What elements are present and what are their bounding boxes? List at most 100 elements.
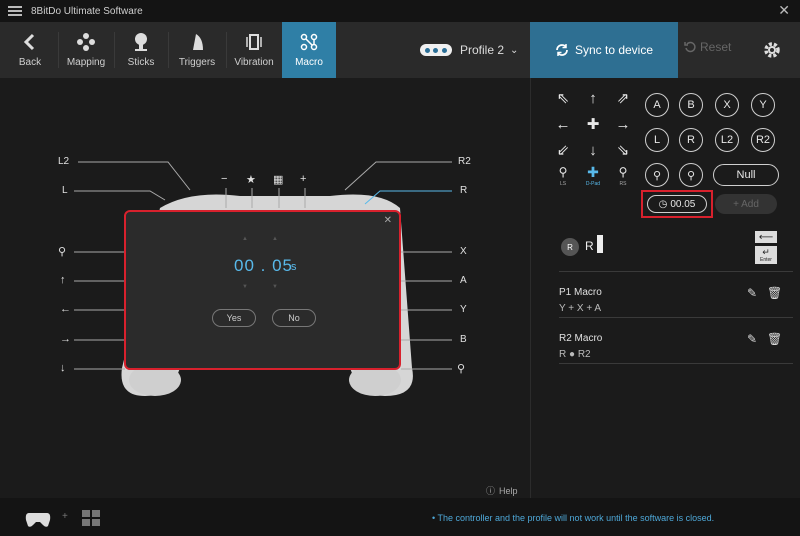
help-link[interactable]: ⓘ Help	[486, 484, 518, 497]
tab-macro-label: Macro	[295, 57, 323, 68]
arrow-left-icon: ←	[60, 303, 71, 315]
edit-icon[interactable]: ✎	[747, 286, 760, 300]
tab-vibration[interactable]: Vibration	[228, 22, 280, 78]
button-a[interactable]: A	[645, 93, 669, 117]
decrease-tens-icon[interactable]: ▼	[242, 284, 248, 290]
tab-mapping[interactable]: Mapping	[60, 22, 112, 78]
gamepad-icon	[25, 513, 51, 527]
macro-seq-1: Y + X + A	[559, 303, 602, 314]
help-label: Help	[499, 485, 518, 496]
label-r: R	[460, 185, 468, 196]
macro-title-1: P1 Macro	[559, 287, 602, 298]
trash-icon[interactable]: 🗑	[767, 286, 782, 300]
share-button-icon[interactable]: ⚲	[645, 163, 669, 187]
windows-icon	[82, 510, 100, 526]
diag-up-left-icon[interactable]: ⇖	[555, 90, 571, 107]
home-icon: ⚲	[457, 363, 466, 375]
toolbar: Back Mapping Sticks Triggers Vibration M…	[0, 22, 800, 78]
trash-icon[interactable]: 🗑	[767, 332, 782, 346]
enter-button[interactable]: ↵ Enter	[755, 246, 777, 264]
label-b: B	[460, 334, 467, 345]
null-button[interactable]: Null	[713, 164, 779, 186]
back-label: Back	[18, 57, 42, 68]
increase-tens-icon[interactable]: ▲	[242, 236, 248, 242]
button-b[interactable]: B	[679, 93, 703, 117]
tab-sticks[interactable]: Sticks	[116, 22, 166, 78]
notice-text: • The controller and the profile will no…	[432, 513, 715, 523]
status-bar: + • The controller and the profile will …	[0, 498, 800, 536]
sync-label: Sync to device	[574, 43, 654, 57]
button-r[interactable]: R	[679, 128, 703, 152]
dpad-icon[interactable]: ✚	[585, 164, 601, 180]
up-arrow-button[interactable]: ↑	[585, 90, 601, 107]
arrow-up-icon: ↑	[60, 274, 66, 286]
app-title: 8BitDo Ultimate Software	[31, 5, 143, 17]
rs-label: RS	[619, 181, 627, 187]
tab-sticks-label: Sticks	[127, 57, 155, 68]
vibration-icon	[246, 34, 262, 50]
share-icon: ⚲	[58, 246, 67, 258]
checker-icon: ▦	[273, 174, 284, 186]
macro-seq-2: R ● R2	[559, 349, 591, 360]
tab-macro[interactable]: Macro	[282, 22, 336, 78]
joystick-icon	[135, 33, 147, 51]
macro-panel: ⇖ ↑ ⇗ ← ✚ → ⇙ ↓ ⇘ ⚲ LS ✚ D-Pad ⚲ RS A B …	[530, 78, 800, 498]
label-minus: −	[221, 173, 228, 185]
sync-button[interactable]: Sync to device	[530, 22, 678, 78]
reset-button[interactable]: Reset	[684, 40, 731, 54]
delay-time-unit: s	[291, 261, 297, 273]
tab-triggers-label: Triggers	[178, 57, 216, 68]
divider	[559, 363, 793, 364]
decrease-units-icon[interactable]: ▼	[272, 284, 278, 290]
add-button[interactable]: + Add	[715, 194, 777, 214]
arrow-right-icon: →	[60, 333, 71, 345]
close-icon[interactable]: ✕	[778, 2, 790, 19]
label-plus: +	[300, 173, 307, 185]
edit-icon[interactable]: ✎	[747, 332, 760, 346]
increase-units-icon[interactable]: ▲	[272, 236, 278, 242]
menu-icon[interactable]	[8, 4, 22, 18]
dpad-center-icon[interactable]: ✚	[585, 116, 601, 133]
right-arrow-button[interactable]: →	[615, 116, 631, 133]
down-arrow-button[interactable]: ↓	[585, 142, 601, 159]
back-button[interactable]: Back	[8, 22, 52, 78]
yes-button[interactable]: Yes	[212, 309, 256, 327]
profile-selector[interactable]: Profile 2 ⌄	[420, 39, 518, 61]
button-r2[interactable]: R2	[751, 128, 775, 152]
chevron-down-icon: ⌄	[510, 44, 519, 56]
timer-button[interactable]: ◷ 00.05	[647, 195, 707, 213]
label-y: Y	[460, 304, 467, 315]
label-r2: R2	[458, 156, 471, 167]
clock-icon: ◷	[658, 198, 668, 210]
delay-time-value[interactable]: 00 . 05	[234, 256, 293, 276]
tab-triggers[interactable]: Triggers	[170, 22, 224, 78]
diag-down-left-icon[interactable]: ⇙	[555, 142, 571, 159]
left-arrow-button[interactable]: ←	[555, 116, 571, 133]
right-stick-icon[interactable]: ⚲	[615, 164, 631, 180]
dpad-label: D-Pad	[585, 181, 601, 187]
no-button[interactable]: No	[272, 309, 316, 327]
diag-down-right-icon[interactable]: ⇘	[615, 142, 631, 159]
profile-label: Profile 2	[460, 43, 505, 57]
enter-icon: ↵	[762, 246, 770, 257]
enter-label: Enter	[760, 256, 772, 263]
left-stick-icon[interactable]: ⚲	[555, 164, 571, 180]
macro-icon	[300, 33, 318, 51]
button-l2[interactable]: L2	[715, 128, 739, 152]
reset-icon	[684, 41, 696, 53]
home-button-icon[interactable]: ⚲	[679, 163, 703, 187]
label-l: L	[62, 185, 68, 196]
delay-dialog: ✕ ▲ ▲ 00 . 05 s ▼ ▼ Yes No	[124, 210, 401, 370]
backspace-button[interactable]: ⟵	[755, 231, 777, 243]
divider	[559, 271, 793, 272]
button-y[interactable]: Y	[751, 93, 775, 117]
label-l2: L2	[58, 156, 70, 167]
button-x[interactable]: X	[715, 93, 739, 117]
macro-title-2: R2 Macro	[559, 333, 603, 344]
dialog-close-icon[interactable]: ✕	[384, 215, 392, 226]
button-l[interactable]: L	[645, 128, 669, 152]
trigger-icon	[193, 34, 203, 50]
current-macro-badge: R	[561, 238, 579, 256]
gear-icon[interactable]	[762, 40, 782, 60]
diag-up-right-icon[interactable]: ⇗	[615, 90, 631, 107]
